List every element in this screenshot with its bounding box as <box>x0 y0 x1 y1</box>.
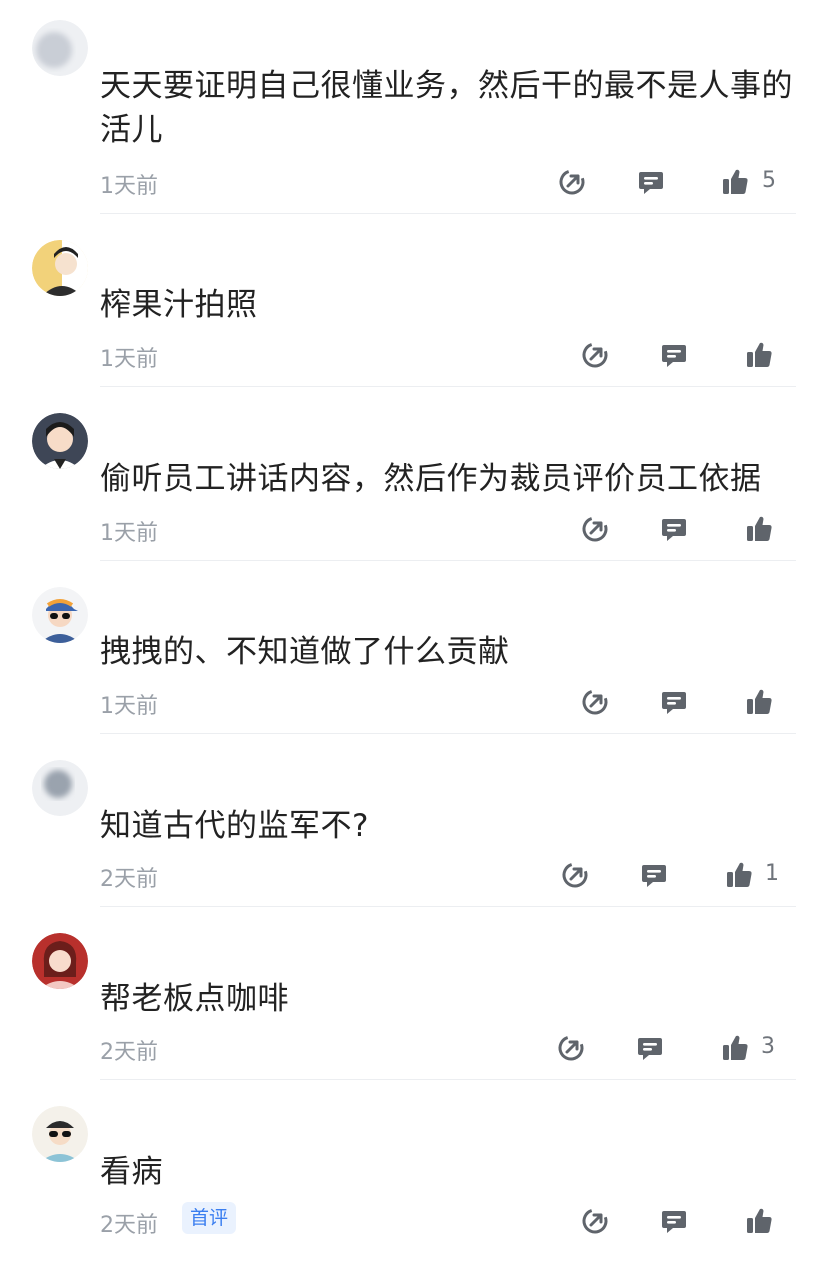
comment-bubble-icon[interactable] <box>659 514 689 544</box>
comment-actions: 5 <box>559 165 800 199</box>
avatar[interactable] <box>32 760 88 816</box>
share-icon[interactable] <box>557 167 587 197</box>
comment-time: 1天前 <box>100 694 158 719</box>
like-count: 5 <box>762 168 776 193</box>
comment-meta: 2天前 1 <box>100 858 800 892</box>
thumbs-up-icon[interactable] <box>744 1206 774 1236</box>
comment-meta: 1天前 <box>100 685 800 719</box>
thumbs-up-icon[interactable] <box>720 1033 750 1063</box>
divider <box>100 733 796 734</box>
comment-text: 偷听员工讲话内容，然后作为裁员评价员工依据 <box>100 461 762 497</box>
comment-meta: 2天前 首评 <box>100 1202 800 1238</box>
like-count: 1 <box>765 861 779 886</box>
avatar[interactable] <box>32 587 88 643</box>
divider <box>100 906 796 907</box>
comment-time: 2天前 <box>100 867 158 892</box>
avatar[interactable] <box>32 20 88 76</box>
username[interactable] <box>104 248 264 274</box>
divider <box>100 386 796 387</box>
divider <box>100 213 796 214</box>
username[interactable] <box>104 28 264 54</box>
share-icon[interactable] <box>580 340 610 370</box>
thumbs-up-icon[interactable] <box>720 167 750 197</box>
thumbs-up-icon[interactable] <box>724 860 754 890</box>
comment-time: 2天前 <box>100 1040 158 1065</box>
like-count: 3 <box>761 1034 775 1059</box>
thumbs-up-icon[interactable] <box>744 340 774 370</box>
comment-text: 看病 <box>100 1154 163 1190</box>
comment-text: 天天要证明自己很懂业务，然后干的最不是人事的活儿 <box>100 68 793 148</box>
comment-text: 拽拽的、不知道做了什么贡献 <box>100 634 510 670</box>
avatar[interactable] <box>32 1106 88 1162</box>
share-icon[interactable] <box>580 687 610 717</box>
comment-meta: 1天前 <box>100 512 800 546</box>
comment-meta: 1天前 <box>100 338 800 372</box>
comment-actions <box>580 685 800 719</box>
comment-meta: 1天前 5 <box>100 165 800 199</box>
comment-bubble-icon[interactable] <box>659 1206 689 1236</box>
first-comment-badge: 首评 <box>182 1202 237 1234</box>
share-icon[interactable] <box>580 1206 610 1236</box>
comment-actions: 3 <box>558 1031 800 1065</box>
comment-text: 帮老板点咖啡 <box>100 981 289 1017</box>
comment-text: 知道古代的监军不? <box>100 808 369 844</box>
comment-bubble-icon[interactable] <box>639 860 669 890</box>
share-icon[interactable] <box>560 860 590 890</box>
thumbs-up-icon[interactable] <box>744 514 774 544</box>
comment-meta: 2天前 3 <box>100 1031 800 1065</box>
share-icon[interactable] <box>556 1033 586 1063</box>
username[interactable] <box>104 940 264 966</box>
divider <box>100 1079 796 1080</box>
thumbs-up-icon[interactable] <box>744 687 774 717</box>
username[interactable] <box>104 420 264 446</box>
comment-actions: 1 <box>562 858 800 892</box>
comment-actions <box>580 338 800 372</box>
comment-actions <box>580 512 800 546</box>
comment-bubble-icon[interactable] <box>635 1033 665 1063</box>
avatar[interactable] <box>32 413 88 469</box>
comment-time: 2天前 <box>100 1213 158 1238</box>
comment-bubble-icon[interactable] <box>659 340 689 370</box>
username[interactable] <box>104 768 264 794</box>
comment-bubble-icon[interactable] <box>659 687 689 717</box>
comment-time: 1天前 <box>100 347 158 372</box>
comment-bubble-icon[interactable] <box>636 167 666 197</box>
comment-text: 榨果汁拍照 <box>100 287 258 323</box>
comment-time: 1天前 <box>100 521 158 546</box>
share-icon[interactable] <box>580 514 610 544</box>
username[interactable] <box>104 594 264 620</box>
comment-time: 1天前 <box>100 174 158 199</box>
avatar[interactable] <box>32 240 88 296</box>
username[interactable] <box>104 1113 264 1139</box>
divider <box>100 560 796 561</box>
comment-actions <box>580 1204 800 1238</box>
avatar[interactable] <box>32 933 88 989</box>
